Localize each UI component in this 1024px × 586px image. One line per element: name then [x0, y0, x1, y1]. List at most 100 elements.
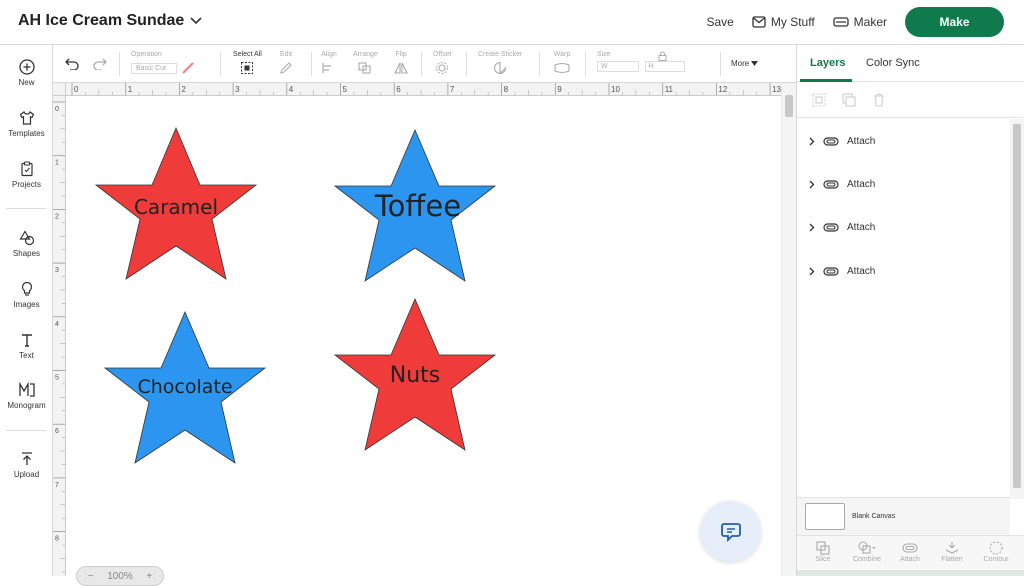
size-group: Size W H	[597, 51, 685, 72]
flip-button[interactable]: Flip	[393, 51, 409, 75]
nav-text-label: Text	[19, 351, 34, 360]
blank-canvas-row[interactable]: Blank Canvas	[797, 497, 1010, 535]
nav-templates-label: Templates	[8, 129, 45, 138]
ruler-tick-label: 1	[55, 160, 59, 167]
layer-row[interactable]: Attach	[809, 217, 1009, 237]
toolbar-divider	[720, 52, 721, 76]
toolbar-divider	[119, 52, 120, 76]
combine-button[interactable]: Combine	[847, 540, 887, 563]
trash-icon[interactable]	[871, 92, 887, 108]
edit-button[interactable]: Edit	[279, 51, 293, 75]
layers-scroll-thumb[interactable]	[1013, 124, 1021, 488]
caret-down-icon	[751, 61, 759, 66]
nav-upload[interactable]: Upload	[0, 451, 53, 479]
toolbar-divider	[220, 52, 221, 76]
width-input[interactable]: W	[597, 61, 639, 72]
undo-icon[interactable]	[65, 58, 79, 70]
star-caramel[interactable]: Caramel	[94, 126, 258, 280]
zoom-out-button[interactable]: −	[88, 571, 94, 582]
redo-icon[interactable]	[93, 58, 107, 70]
star-toffee[interactable]: Toffee	[333, 128, 497, 282]
arrange-button[interactable]: Arrange	[353, 51, 378, 75]
ruler-tick-label: 7	[450, 85, 455, 94]
create-sticker-button[interactable]: Create Sticker	[478, 51, 522, 75]
layer-row[interactable]: Attach	[809, 261, 1009, 281]
ruler-tick-label: 11	[665, 85, 674, 94]
slice-button[interactable]: Slice	[803, 540, 843, 563]
nav-templates[interactable]: Templates	[0, 110, 53, 138]
make-button[interactable]: Make	[905, 7, 1004, 37]
flatten-button[interactable]: Flatten	[932, 540, 972, 563]
align-button[interactable]: Align	[321, 51, 337, 75]
canvas-vertical-scrollbar[interactable]	[781, 83, 796, 576]
select-all-icon	[241, 62, 254, 74]
star-toffee-label: Toffee	[374, 189, 461, 223]
tab-color-sync[interactable]: Color Sync	[866, 57, 920, 69]
more-button[interactable]: More	[731, 59, 759, 68]
chevron-right-icon[interactable]	[809, 267, 815, 276]
star-nuts-label: Nuts	[390, 363, 441, 388]
chevron-down-icon	[190, 17, 202, 25]
ruler-tick-label: 3	[235, 85, 240, 94]
maker-button[interactable]: Maker	[833, 15, 887, 29]
toolbar-divider	[539, 52, 540, 76]
toolbar-divider	[466, 52, 467, 76]
nav-monogram[interactable]: Monogram	[0, 382, 53, 410]
nav-images[interactable]: Images	[0, 281, 53, 309]
paperclip-icon	[823, 179, 839, 189]
chat-button[interactable]	[700, 501, 761, 562]
offset-button[interactable]: Offset	[433, 51, 452, 75]
slice-icon	[816, 541, 830, 555]
maker-label: Maker	[853, 15, 887, 29]
nav-text[interactable]: Text	[0, 332, 53, 360]
contour-button[interactable]: Contour	[976, 540, 1016, 563]
ruler-tick-label: 7	[55, 482, 59, 489]
design-canvas[interactable]: Caramel Toffee Chocolate Nuts	[66, 96, 781, 576]
right-panel: Layers Color Sync Attach Attach Attach A…	[796, 45, 1024, 576]
canvas-scroll-thumb[interactable]	[785, 95, 793, 117]
group-icon[interactable]	[811, 92, 827, 108]
ruler-tick-label: 2	[181, 85, 186, 94]
warp-button[interactable]: Warp	[553, 51, 571, 75]
operation-select[interactable]: Basic Cut	[131, 62, 177, 74]
layer-row[interactable]: Attach	[809, 174, 1009, 194]
ruler-tick-label: 0	[74, 85, 79, 94]
chevron-right-icon[interactable]	[809, 180, 815, 189]
nav-new[interactable]: New	[0, 59, 53, 87]
star-nuts[interactable]: Nuts	[333, 297, 497, 451]
star-caramel-label: Caramel	[134, 195, 218, 219]
operation-label: Operation	[131, 51, 162, 58]
layer-row[interactable]: Attach	[809, 131, 1009, 151]
star-chocolate[interactable]: Chocolate	[103, 310, 267, 464]
chevron-right-icon[interactable]	[809, 137, 815, 146]
blank-canvas-swatch[interactable]	[805, 503, 845, 530]
ruler-tick-label: 6	[55, 428, 59, 435]
layers-scrollbar[interactable]	[1010, 119, 1024, 499]
toolbar-divider	[585, 52, 586, 76]
tab-layers[interactable]: Layers	[810, 57, 845, 69]
zoom-in-button[interactable]: +	[146, 571, 152, 582]
nav-projects[interactable]: Projects	[0, 161, 53, 189]
attach-button[interactable]: Attach	[890, 540, 930, 563]
ruler-top-scale: 0 1 2 3 4 5 6 7 8 9 10 11 12 13	[71, 83, 781, 95]
pen-color-icon[interactable]	[181, 61, 195, 75]
duplicate-icon[interactable]	[841, 92, 857, 108]
arrange-icon	[358, 62, 372, 74]
paperclip-icon	[823, 136, 839, 146]
ruler-tick-label: 5	[55, 375, 59, 382]
chevron-right-icon[interactable]	[809, 223, 815, 232]
lock-icon[interactable]	[658, 51, 667, 61]
ruler-tick-label: 4	[289, 85, 294, 94]
height-input[interactable]: H	[644, 61, 685, 72]
ruler-tick-label: 9	[557, 85, 562, 94]
nav-shapes[interactable]: Shapes	[0, 230, 53, 258]
my-stuff-button[interactable]: My Stuff	[752, 15, 815, 29]
nav-shapes-label: Shapes	[12, 249, 41, 258]
select-all-button[interactable]: Select All	[233, 51, 262, 75]
save-button[interactable]: Save	[707, 15, 734, 29]
ruler-tick-label: 2	[55, 213, 59, 220]
canvas-stage: Caramel Toffee Chocolate Nuts	[94, 126, 497, 464]
ruler-tick-label: 6	[396, 85, 401, 94]
more-label: More	[731, 59, 750, 68]
project-title[interactable]: AH Ice Cream Sundae	[18, 12, 202, 30]
